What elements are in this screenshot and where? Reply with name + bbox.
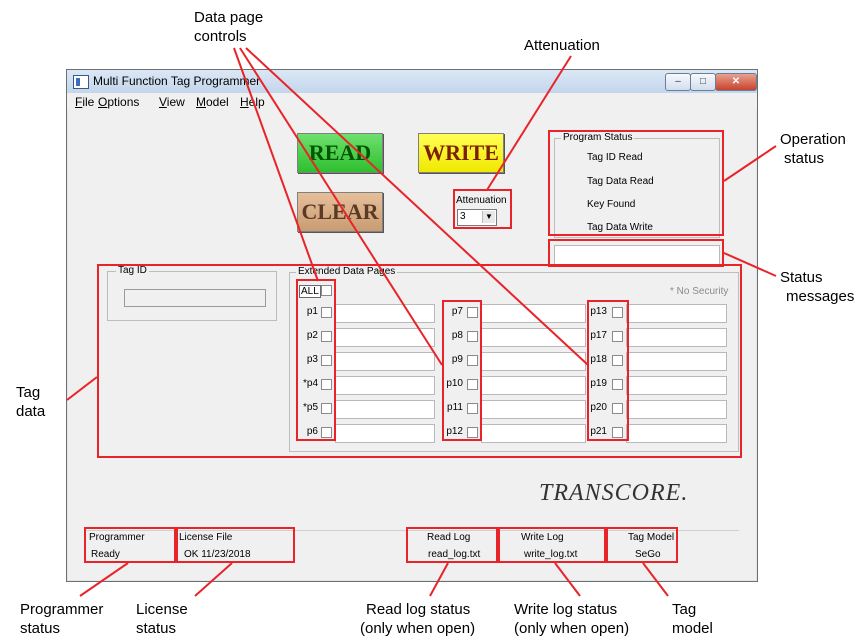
line-data-page-1 — [233, 47, 319, 282]
annotation-programmer-status: Programmer status — [20, 600, 103, 638]
annotation-text: Status — [780, 269, 823, 286]
annotation-attenuation: Attenuation — [524, 37, 600, 54]
annotation-tag-model: Tag model — [672, 600, 713, 638]
line-status-messages — [723, 252, 777, 277]
annotation-text: Tag — [16, 384, 41, 401]
annotation-text: data — [16, 403, 46, 420]
annotation-text: messages — [786, 288, 855, 305]
line-programmer — [79, 562, 129, 597]
line-write-log — [554, 562, 581, 597]
annotation-license-status: License status — [136, 600, 188, 638]
annotation-text: Operation — [780, 131, 846, 148]
line-attenuation — [486, 55, 572, 191]
annotation-status-messages: Status messages — [780, 268, 854, 306]
annotation-data-page-controls: Data page controls — [194, 8, 263, 46]
annotation-text: Tag — [672, 601, 697, 618]
annotation-write-log-status: Write log status (only when open) — [514, 600, 629, 638]
annotation-text: status — [20, 620, 61, 637]
line-read-log — [429, 562, 449, 597]
line-license — [194, 562, 233, 597]
annotation-read-log-status: Read log status (only when open) — [360, 600, 475, 638]
line-data-page-3 — [245, 47, 589, 366]
line-operation-status — [723, 145, 777, 182]
annotation-text: Write log status — [514, 601, 618, 618]
annotation-text: controls — [194, 28, 247, 45]
annotation-text: model — [672, 620, 713, 637]
annotation-text: Read log status — [366, 601, 471, 618]
annotation-text: (only when open) — [360, 620, 476, 637]
annotation-text: License — [136, 601, 188, 618]
annotation-lines — [66, 47, 777, 597]
annotation-text: Programmer — [20, 601, 104, 618]
line-tag-data — [66, 376, 98, 401]
line-data-page-2 — [239, 47, 443, 366]
line-tag-model — [642, 562, 669, 597]
annotation-text: (only when open) — [514, 620, 630, 637]
annotation-text: status — [784, 150, 825, 167]
annotation-tag-data: Tag data — [16, 383, 45, 421]
annotation-operation-status: Operation status — [780, 130, 846, 168]
annotation-text: status — [136, 620, 177, 637]
annotation-text: Data page — [194, 9, 264, 26]
